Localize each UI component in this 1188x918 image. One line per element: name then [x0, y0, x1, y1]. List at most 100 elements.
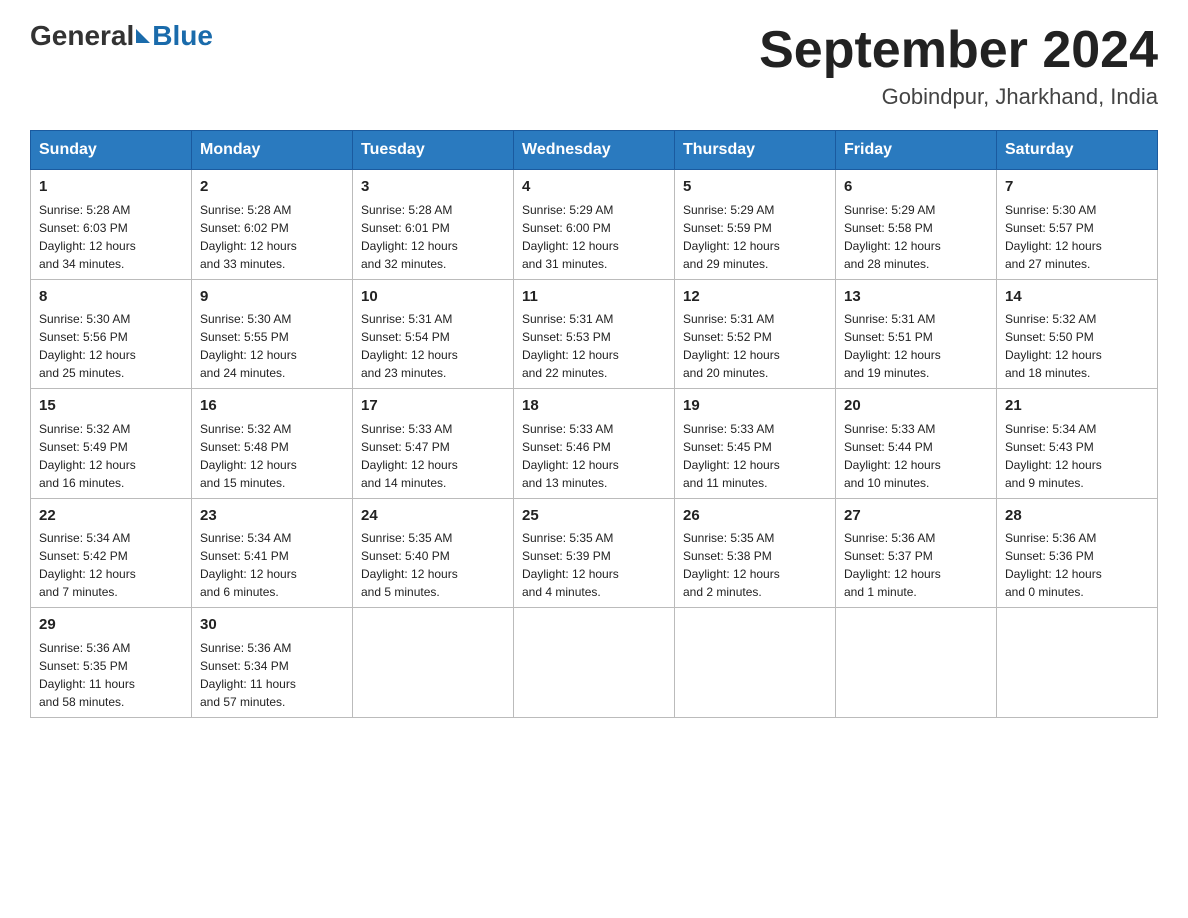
day-number: 23: [200, 505, 344, 528]
day-number: 19: [683, 395, 827, 418]
day-info: Sunrise: 5:33 AM Sunset: 5:44 PM Dayligh…: [844, 420, 988, 492]
day-number: 26: [683, 505, 827, 528]
day-info: Sunrise: 5:30 AM Sunset: 5:55 PM Dayligh…: [200, 310, 344, 382]
day-info: Sunrise: 5:36 AM Sunset: 5:34 PM Dayligh…: [200, 639, 344, 711]
day-info: Sunrise: 5:35 AM Sunset: 5:38 PM Dayligh…: [683, 529, 827, 601]
calendar-cell: 21Sunrise: 5:34 AM Sunset: 5:43 PM Dayli…: [997, 389, 1158, 499]
day-number: 10: [361, 286, 505, 309]
day-info: Sunrise: 5:32 AM Sunset: 5:48 PM Dayligh…: [200, 420, 344, 492]
day-number: 25: [522, 505, 666, 528]
day-number: 13: [844, 286, 988, 309]
calendar-cell: 3Sunrise: 5:28 AM Sunset: 6:01 PM Daylig…: [353, 170, 514, 280]
day-number: 17: [361, 395, 505, 418]
day-info: Sunrise: 5:29 AM Sunset: 6:00 PM Dayligh…: [522, 201, 666, 273]
day-number: 7: [1005, 176, 1149, 199]
day-info: Sunrise: 5:32 AM Sunset: 5:49 PM Dayligh…: [39, 420, 183, 492]
calendar-cell: 22Sunrise: 5:34 AM Sunset: 5:42 PM Dayli…: [31, 498, 192, 608]
calendar-cell: 18Sunrise: 5:33 AM Sunset: 5:46 PM Dayli…: [514, 389, 675, 499]
day-info: Sunrise: 5:30 AM Sunset: 5:56 PM Dayligh…: [39, 310, 183, 382]
day-info: Sunrise: 5:35 AM Sunset: 5:40 PM Dayligh…: [361, 529, 505, 601]
day-number: 16: [200, 395, 344, 418]
day-number: 2: [200, 176, 344, 199]
calendar-cell: [675, 608, 836, 718]
day-info: Sunrise: 5:30 AM Sunset: 5:57 PM Dayligh…: [1005, 201, 1149, 273]
day-number: 20: [844, 395, 988, 418]
day-number: 3: [361, 176, 505, 199]
day-number: 29: [39, 614, 183, 637]
calendar-cell: 26Sunrise: 5:35 AM Sunset: 5:38 PM Dayli…: [675, 498, 836, 608]
calendar-cell: [514, 608, 675, 718]
day-number: 11: [522, 286, 666, 309]
logo: General Blue: [30, 20, 213, 52]
col-header-thursday: Thursday: [675, 131, 836, 170]
calendar-cell: 9Sunrise: 5:30 AM Sunset: 5:55 PM Daylig…: [192, 279, 353, 389]
title-area: September 2024 Gobindpur, Jharkhand, Ind…: [759, 20, 1158, 110]
day-info: Sunrise: 5:31 AM Sunset: 5:51 PM Dayligh…: [844, 310, 988, 382]
day-info: Sunrise: 5:33 AM Sunset: 5:47 PM Dayligh…: [361, 420, 505, 492]
day-info: Sunrise: 5:28 AM Sunset: 6:03 PM Dayligh…: [39, 201, 183, 273]
location-title: Gobindpur, Jharkhand, India: [759, 84, 1158, 110]
day-number: 4: [522, 176, 666, 199]
day-info: Sunrise: 5:34 AM Sunset: 5:43 PM Dayligh…: [1005, 420, 1149, 492]
day-number: 18: [522, 395, 666, 418]
col-header-tuesday: Tuesday: [353, 131, 514, 170]
calendar-cell: [836, 608, 997, 718]
day-number: 9: [200, 286, 344, 309]
calendar-week-1: 1Sunrise: 5:28 AM Sunset: 6:03 PM Daylig…: [31, 170, 1158, 280]
day-number: 28: [1005, 505, 1149, 528]
day-number: 30: [200, 614, 344, 637]
day-info: Sunrise: 5:36 AM Sunset: 5:35 PM Dayligh…: [39, 639, 183, 711]
calendar-cell: 28Sunrise: 5:36 AM Sunset: 5:36 PM Dayli…: [997, 498, 1158, 608]
logo-blue-text: Blue: [152, 20, 213, 52]
header: General Blue September 2024 Gobindpur, J…: [30, 20, 1158, 110]
calendar-header-row: SundayMondayTuesdayWednesdayThursdayFrid…: [31, 131, 1158, 170]
day-info: Sunrise: 5:35 AM Sunset: 5:39 PM Dayligh…: [522, 529, 666, 601]
calendar-cell: [353, 608, 514, 718]
calendar-cell: 5Sunrise: 5:29 AM Sunset: 5:59 PM Daylig…: [675, 170, 836, 280]
col-header-saturday: Saturday: [997, 131, 1158, 170]
col-header-friday: Friday: [836, 131, 997, 170]
day-info: Sunrise: 5:28 AM Sunset: 6:01 PM Dayligh…: [361, 201, 505, 273]
logo-triangle-icon: [136, 29, 150, 43]
day-number: 14: [1005, 286, 1149, 309]
month-title: September 2024: [759, 20, 1158, 80]
day-info: Sunrise: 5:28 AM Sunset: 6:02 PM Dayligh…: [200, 201, 344, 273]
day-info: Sunrise: 5:29 AM Sunset: 5:58 PM Dayligh…: [844, 201, 988, 273]
col-header-wednesday: Wednesday: [514, 131, 675, 170]
day-number: 27: [844, 505, 988, 528]
calendar-cell: 12Sunrise: 5:31 AM Sunset: 5:52 PM Dayli…: [675, 279, 836, 389]
logo-general-text: General: [30, 20, 134, 52]
calendar-cell: 14Sunrise: 5:32 AM Sunset: 5:50 PM Dayli…: [997, 279, 1158, 389]
day-info: Sunrise: 5:34 AM Sunset: 5:42 PM Dayligh…: [39, 529, 183, 601]
calendar-cell: 25Sunrise: 5:35 AM Sunset: 5:39 PM Dayli…: [514, 498, 675, 608]
day-info: Sunrise: 5:33 AM Sunset: 5:46 PM Dayligh…: [522, 420, 666, 492]
calendar-cell: 30Sunrise: 5:36 AM Sunset: 5:34 PM Dayli…: [192, 608, 353, 718]
calendar-week-5: 29Sunrise: 5:36 AM Sunset: 5:35 PM Dayli…: [31, 608, 1158, 718]
calendar-table: SundayMondayTuesdayWednesdayThursdayFrid…: [30, 130, 1158, 718]
calendar-cell: 10Sunrise: 5:31 AM Sunset: 5:54 PM Dayli…: [353, 279, 514, 389]
day-number: 12: [683, 286, 827, 309]
calendar-cell: 17Sunrise: 5:33 AM Sunset: 5:47 PM Dayli…: [353, 389, 514, 499]
day-info: Sunrise: 5:36 AM Sunset: 5:37 PM Dayligh…: [844, 529, 988, 601]
calendar-cell: 19Sunrise: 5:33 AM Sunset: 5:45 PM Dayli…: [675, 389, 836, 499]
day-info: Sunrise: 5:36 AM Sunset: 5:36 PM Dayligh…: [1005, 529, 1149, 601]
day-number: 6: [844, 176, 988, 199]
calendar-cell: 8Sunrise: 5:30 AM Sunset: 5:56 PM Daylig…: [31, 279, 192, 389]
day-number: 5: [683, 176, 827, 199]
calendar-cell: 4Sunrise: 5:29 AM Sunset: 6:00 PM Daylig…: [514, 170, 675, 280]
calendar-cell: [997, 608, 1158, 718]
day-info: Sunrise: 5:31 AM Sunset: 5:54 PM Dayligh…: [361, 310, 505, 382]
calendar-week-4: 22Sunrise: 5:34 AM Sunset: 5:42 PM Dayli…: [31, 498, 1158, 608]
calendar-week-2: 8Sunrise: 5:30 AM Sunset: 5:56 PM Daylig…: [31, 279, 1158, 389]
calendar-cell: 15Sunrise: 5:32 AM Sunset: 5:49 PM Dayli…: [31, 389, 192, 499]
calendar-cell: 6Sunrise: 5:29 AM Sunset: 5:58 PM Daylig…: [836, 170, 997, 280]
calendar-cell: 29Sunrise: 5:36 AM Sunset: 5:35 PM Dayli…: [31, 608, 192, 718]
calendar-cell: 16Sunrise: 5:32 AM Sunset: 5:48 PM Dayli…: [192, 389, 353, 499]
day-number: 1: [39, 176, 183, 199]
day-info: Sunrise: 5:32 AM Sunset: 5:50 PM Dayligh…: [1005, 310, 1149, 382]
calendar-cell: 1Sunrise: 5:28 AM Sunset: 6:03 PM Daylig…: [31, 170, 192, 280]
day-info: Sunrise: 5:33 AM Sunset: 5:45 PM Dayligh…: [683, 420, 827, 492]
day-number: 8: [39, 286, 183, 309]
col-header-sunday: Sunday: [31, 131, 192, 170]
calendar-cell: 20Sunrise: 5:33 AM Sunset: 5:44 PM Dayli…: [836, 389, 997, 499]
